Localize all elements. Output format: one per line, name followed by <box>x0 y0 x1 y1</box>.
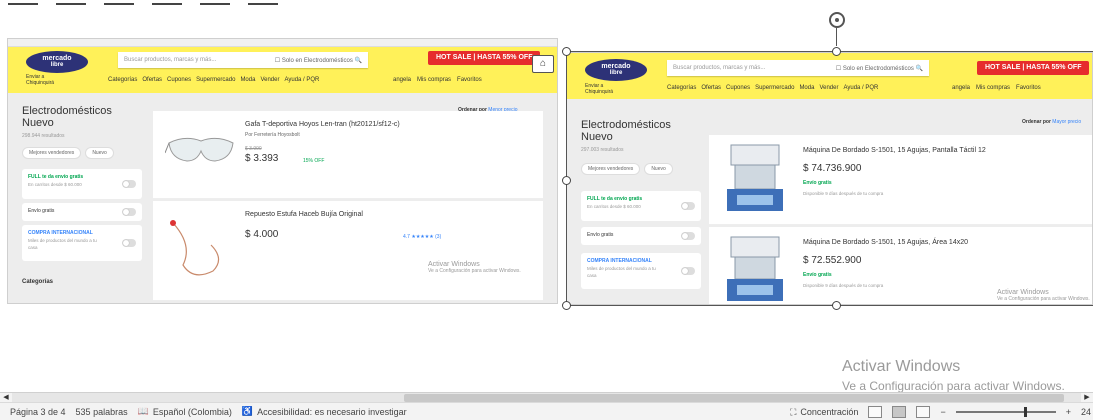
nav-menu[interactable]: Categorías Ofertas Cupones Supermercado Moda… <box>108 77 319 83</box>
toggle-intl[interactable] <box>122 239 136 247</box>
promo-banner[interactable]: HOT SALE | HASTA 55% OFF <box>977 61 1090 75</box>
search-input[interactable]: Buscar productos, marcas y más... ☐ Solo… <box>667 60 929 76</box>
resize-handle[interactable] <box>562 301 571 310</box>
rotate-stem <box>836 28 837 46</box>
user-menu[interactable]: angela Mis compras Favoritos <box>952 85 1041 91</box>
chip-nuevo[interactable]: Nuevo <box>85 147 114 159</box>
rotate-icon[interactable] <box>829 12 845 28</box>
product-card[interactable]: Repuesto Estufa Haceb Bujía Original $ 4… <box>153 201 543 301</box>
mercadolibre-logo: mercado libre <box>26 51 88 73</box>
user-menu[interactable]: angela Mis compras Favoritos <box>393 77 482 83</box>
focus-icon: ⛶ <box>790 406 797 417</box>
category-title: Electrodomésticos Nuevo <box>581 119 671 143</box>
status-right: ⛶ Concentración − + 24 <box>780 403 1093 420</box>
accessibility-icon: ♿ <box>241 406 254 416</box>
mercadolibre-logo: mercado libre <box>585 59 647 81</box>
glasses-image <box>165 137 234 162</box>
location[interactable]: Enviar a Chiquinquirá <box>26 74 54 86</box>
read-mode-button[interactable] <box>868 406 883 418</box>
activation-watermark: Activar Windows Ve a Configuración para a… <box>428 261 521 274</box>
promo-banner[interactable]: HOT SALE | HASTA 55% OFF <box>428 51 541 65</box>
toggle-envio[interactable] <box>681 232 695 240</box>
status-bar: Página 3 de 4 535 palabras 📖 Español (Col… <box>0 402 1093 420</box>
book-icon: 📖 <box>137 406 149 416</box>
image-right-screenshot[interactable]: mercado libre Buscar productos, marcas y … <box>566 52 1093 305</box>
nav-menu[interactable]: Categorías Ofertas Cupones Supermercado Moda… <box>667 85 878 91</box>
results-count: 297.003 resultados <box>581 147 624 153</box>
product-card[interactable]: Gafa T-deportiva Hoyos Len-tran (ht20121… <box>153 111 543 199</box>
zoom-slider[interactable] <box>955 407 1056 417</box>
search-input[interactable]: Buscar productos, marcas y más... ☐ Solo… <box>118 52 368 68</box>
selection-border <box>566 51 1093 52</box>
document-canvas: mercado libre Buscar productos, marcas y … <box>0 0 1093 392</box>
zoom-in-icon[interactable]: + <box>1066 407 1071 417</box>
ml-header: mercado libre Buscar productos, marcas y … <box>8 39 557 93</box>
proofing-status[interactable]: 📖 Español (Colombia) <box>138 406 232 417</box>
image-left-screenshot[interactable]: mercado libre Buscar productos, marcas y … <box>7 38 558 304</box>
resize-handle[interactable] <box>562 176 571 185</box>
ml-body: Electrodomésticos Nuevo 297.003 resultado… <box>567 99 1092 304</box>
filter-intl[interactable]: COMPRA INTERNACIONAL Miles de productos … <box>581 253 701 289</box>
toggle-envio[interactable] <box>122 208 136 216</box>
zoom-level[interactable]: 24 <box>1081 407 1091 417</box>
filter-full[interactable]: FULL te da envío gratis En carritos desd… <box>581 191 701 221</box>
resize-handle[interactable] <box>832 301 841 310</box>
browser-url-bar <box>8 39 557 47</box>
location[interactable]: Enviar a Chiquinquirá <box>585 83 613 95</box>
horizontal-scrollbar[interactable]: ◀ ▶ <box>0 392 1093 403</box>
filter-chips[interactable]: Mejores vendedores Nuevo <box>22 147 114 159</box>
embroidery-machine-image <box>727 236 783 301</box>
spark-plug-image <box>170 220 220 276</box>
filter-full[interactable]: FULL te da envío gratis En carritos desd… <box>22 169 142 199</box>
resize-handle[interactable] <box>562 47 571 56</box>
word-count[interactable]: 535 palabras <box>76 407 128 417</box>
results-count: 298.944 resultados <box>22 133 65 139</box>
activation-watermark: Activar Windows Ve a Configuración para a… <box>997 289 1090 302</box>
toggle-full[interactable] <box>122 180 136 188</box>
chip-nuevo[interactable]: Nuevo <box>644 163 673 175</box>
focus-button[interactable]: ⛶ Concentración <box>790 407 858 418</box>
category-title: Electrodomésticos Nuevo <box>22 105 112 129</box>
print-layout-button[interactable] <box>892 406 907 418</box>
scrollbar-thumb[interactable] <box>404 394 1064 402</box>
toggle-intl[interactable] <box>681 267 695 275</box>
accessibility-status[interactable]: ♿ Accesibilidad: es necesario investigar <box>242 406 407 417</box>
page-indicator[interactable]: Página 3 de 4 <box>10 407 66 417</box>
resize-handle[interactable] <box>832 47 841 56</box>
layout-options-icon[interactable]: ⌂ <box>532 55 554 73</box>
toggle-full[interactable] <box>681 202 695 210</box>
chip-mejores[interactable]: Mejores vendedores <box>22 147 82 159</box>
windows-activation-watermark: Activar Windows Ve a Configuración para … <box>842 358 1065 392</box>
filter-envio[interactable]: Envío gratis <box>581 227 701 245</box>
selection-border <box>566 305 1093 306</box>
web-layout-button[interactable] <box>916 406 931 418</box>
chip-mejores[interactable]: Mejores vendedores <box>581 163 641 175</box>
filter-envio[interactable]: Envío gratis <box>22 203 142 221</box>
ml-body: Electrodomésticos Nuevo 298.944 resultado… <box>8 93 557 303</box>
product-card[interactable]: Máquina De Bordado S-1501, 15 Agujas, Pa… <box>709 135 1092 225</box>
top-dashes <box>0 0 280 6</box>
filter-chips[interactable]: Mejores vendedores Nuevo <box>581 163 673 175</box>
categorias-heading: Categorías <box>22 279 54 285</box>
embroidery-machine-image <box>727 144 783 211</box>
filter-intl[interactable]: COMPRA INTERNACIONAL Miles de productos … <box>22 225 142 261</box>
zoom-out-icon[interactable]: − <box>940 407 945 417</box>
sort-dropdown[interactable]: Ordenar por Mayor precio <box>1022 119 1081 125</box>
